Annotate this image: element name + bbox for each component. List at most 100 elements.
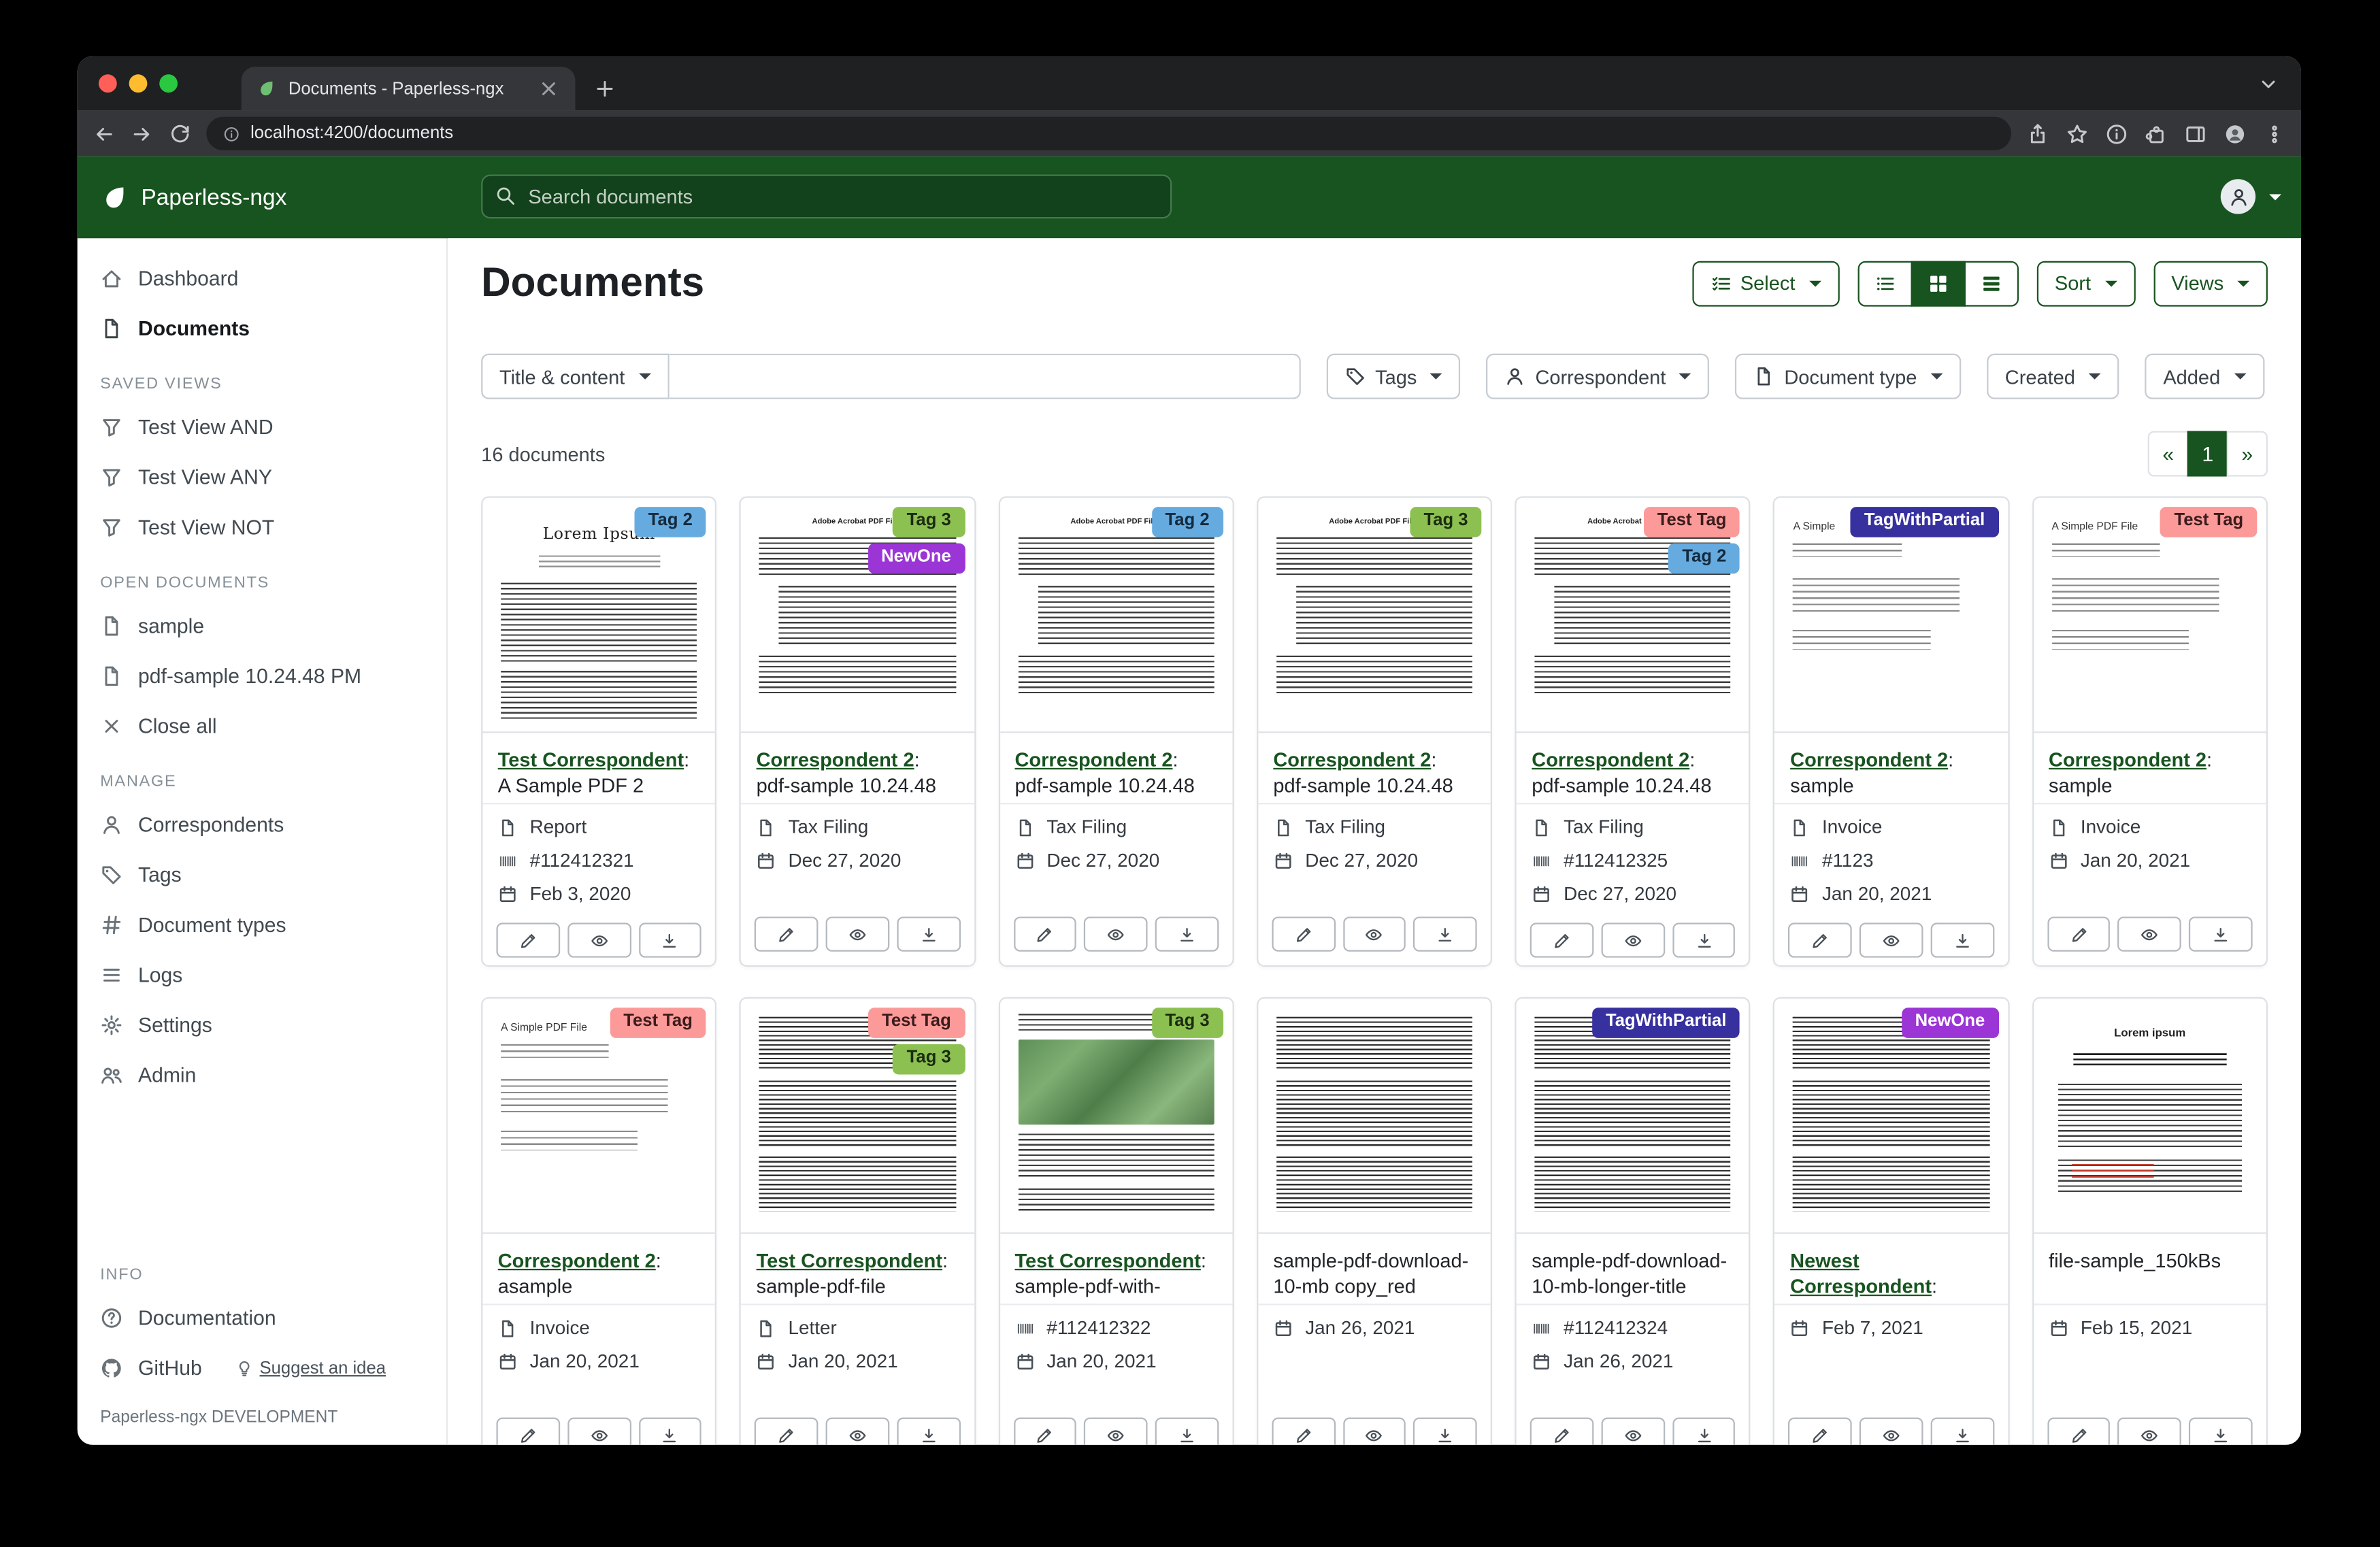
extensions-puzzle-icon[interactable] <box>2145 122 2167 145</box>
view-button[interactable] <box>826 1418 889 1445</box>
new-tab-button[interactable] <box>593 78 616 100</box>
reload-button[interactable] <box>169 122 191 145</box>
sidebar-item-correspondents[interactable]: Correspondents <box>78 800 446 850</box>
view-button[interactable] <box>2118 1418 2181 1445</box>
sidebar-item-tags[interactable]: Tags <box>78 850 446 900</box>
sidebar-item-test-view-and[interactable]: Test View AND <box>78 402 446 452</box>
select-button[interactable]: Select <box>1691 261 1839 306</box>
sidebar-item-documentation[interactable]: Documentation <box>78 1293 446 1344</box>
views-button[interactable]: Views <box>2153 261 2268 306</box>
download-button[interactable] <box>2189 916 2252 951</box>
download-button[interactable] <box>897 916 960 951</box>
document-thumbnail[interactable] <box>1258 999 1491 1234</box>
document-name[interactable]: sample-pdf-with-images <box>1014 1275 1160 1305</box>
correspondent-link[interactable]: Test Correspondent <box>1014 1249 1200 1271</box>
correspondent-link[interactable]: Correspondent 2 <box>1532 748 1689 771</box>
document-card[interactable]: Adobe Acrobat PDF Files Tag 2 Correspond… <box>998 496 1234 967</box>
user-menu[interactable] <box>2221 179 2281 214</box>
fullscreen-window-button[interactable] <box>159 74 178 93</box>
document-title-link[interactable]: Test Correspondent: A Sample PDF 2 <box>482 733 715 805</box>
view-button[interactable] <box>567 1418 631 1445</box>
document-title-link[interactable]: Correspondent 2: sample <box>1775 733 2008 805</box>
tag-badge[interactable]: Tag 2 <box>1151 507 1223 537</box>
search-input[interactable] <box>481 175 1172 219</box>
tab-search-chevron-icon[interactable] <box>2257 73 2279 95</box>
download-button[interactable] <box>1672 1418 1736 1445</box>
edit-button[interactable] <box>2047 1418 2111 1445</box>
tag-badge[interactable]: TagWithPartial <box>1592 1008 1740 1037</box>
download-button[interactable] <box>638 922 701 957</box>
edit-button[interactable] <box>755 916 818 951</box>
browser-profile-avatar[interactable] <box>2224 122 2246 145</box>
browser-tab[interactable]: Documents - Paperless-ngx <box>242 67 576 111</box>
correspondent-link[interactable]: Test Correspondent <box>498 748 684 771</box>
correspondent-link[interactable]: Correspondent 2 <box>1014 748 1172 771</box>
edit-button[interactable] <box>755 1418 818 1445</box>
sidebar-item-document-types[interactable]: Document types <box>78 900 446 950</box>
tab-close-icon[interactable] <box>538 78 560 100</box>
correspondent-link[interactable]: Correspondent 2 <box>498 1249 656 1271</box>
pagination-prev-button[interactable]: « <box>2148 431 2189 477</box>
document-name[interactable]: sample-pdf-download-10-mb-longer-title <box>1532 1249 1727 1298</box>
view-button[interactable] <box>1085 1418 1148 1445</box>
info-icon[interactable] <box>2105 122 2128 145</box>
edit-button[interactable] <box>1530 1418 1593 1445</box>
edit-button[interactable] <box>1272 916 1335 951</box>
sidebar-open-doc-sample[interactable]: sample <box>78 601 446 651</box>
edit-button[interactable] <box>1789 922 1852 957</box>
back-button[interactable] <box>93 122 115 145</box>
download-button[interactable] <box>1931 922 1994 957</box>
side-panel-icon[interactable] <box>2184 122 2207 145</box>
tag-badge[interactable]: Tag 3 <box>1151 1008 1223 1037</box>
tags-filter-button[interactable]: Tags <box>1327 354 1461 399</box>
document-name[interactable]: sample-pdf-download-10-mb copy_red <box>1273 1249 1468 1298</box>
grid-view-button[interactable] <box>1911 261 1965 306</box>
document-card[interactable]: Tag 3 Test Correspondent: sample-pdf-wit… <box>998 997 1234 1445</box>
document-card[interactable]: Lorem ipsum file-sample_150kBs Feb 15, 2… <box>2032 997 2267 1445</box>
sidebar-item-logs[interactable]: Logs <box>78 950 446 1001</box>
forward-button[interactable] <box>131 122 153 145</box>
close-all-button[interactable]: Close all <box>78 701 446 752</box>
title-content-dropdown[interactable]: Title & content <box>481 354 669 399</box>
document-card[interactable]: A Simple PDF File Test Tag Correspondent… <box>2032 496 2267 967</box>
site-info-icon[interactable] <box>223 125 240 142</box>
view-button[interactable] <box>1601 1418 1664 1445</box>
created-filter-button[interactable]: Created <box>1987 354 2119 399</box>
tag-badge[interactable]: Tag 2 <box>635 507 706 537</box>
document-name[interactable]: sample-pdf-file <box>757 1275 886 1297</box>
sidebar-item-settings[interactable]: Settings <box>78 1000 446 1050</box>
document-title-link[interactable]: Test Correspondent: sample-pdf-with-imag… <box>999 1234 1232 1305</box>
document-name[interactable]: sample <box>2049 774 2113 797</box>
tag-badge[interactable]: Tag 3 <box>893 1044 965 1074</box>
document-title-link[interactable]: Correspondent 2: sample <box>2034 733 2266 805</box>
view-button[interactable] <box>2118 916 2181 951</box>
document-card[interactable]: TagWithPartial sample-pdf-download-10-mb… <box>1515 997 1751 1445</box>
added-filter-button[interactable]: Added <box>2145 354 2264 399</box>
document-title-link[interactable]: Test Correspondent: sample-pdf-file <box>741 1234 974 1305</box>
document-title-link[interactable]: file-sample_150kBs <box>2034 1234 2266 1305</box>
edit-button[interactable] <box>1013 916 1076 951</box>
document-name[interactable]: pdf-sample 10.24.48 PM <box>757 774 936 804</box>
edit-button[interactable] <box>1530 922 1593 957</box>
document-title-link[interactable]: Correspondent 2: asample <box>482 1234 715 1305</box>
view-button[interactable] <box>1601 922 1664 957</box>
document-card[interactable]: A Simple TagWithPartial Correspondent 2:… <box>1774 496 2009 967</box>
document-card[interactable]: NewOne Newest Correspondent: f_combineds… <box>1774 997 2009 1445</box>
document-card[interactable]: Test TagTag 3 Test Correspondent: sample… <box>740 997 975 1445</box>
tag-badge[interactable]: NewOne <box>1902 1008 1999 1037</box>
sidebar-item-admin[interactable]: Admin <box>78 1050 446 1101</box>
view-button[interactable] <box>1085 916 1148 951</box>
edit-button[interactable] <box>496 922 559 957</box>
sidebar-item-test-view-any[interactable]: Test View ANY <box>78 452 446 503</box>
view-button[interactable] <box>826 916 889 951</box>
download-button[interactable] <box>638 1418 701 1445</box>
tag-badge[interactable]: Tag 3 <box>1410 507 1481 537</box>
view-button[interactable] <box>1342 916 1406 951</box>
suggest-idea-link[interactable]: Suggest an idea <box>235 1359 386 1378</box>
document-title-link[interactable]: sample-pdf-download-10-mb-longer-title <box>1517 1234 1749 1305</box>
download-button[interactable] <box>2189 1418 2252 1445</box>
document-card[interactable]: sample-pdf-download-10-mb copy_red Jan 2… <box>1257 997 1492 1445</box>
minimize-window-button[interactable] <box>129 74 148 93</box>
document-thumbnail[interactable]: Lorem ipsum <box>2034 999 2266 1234</box>
edit-button[interactable] <box>1013 1418 1076 1445</box>
